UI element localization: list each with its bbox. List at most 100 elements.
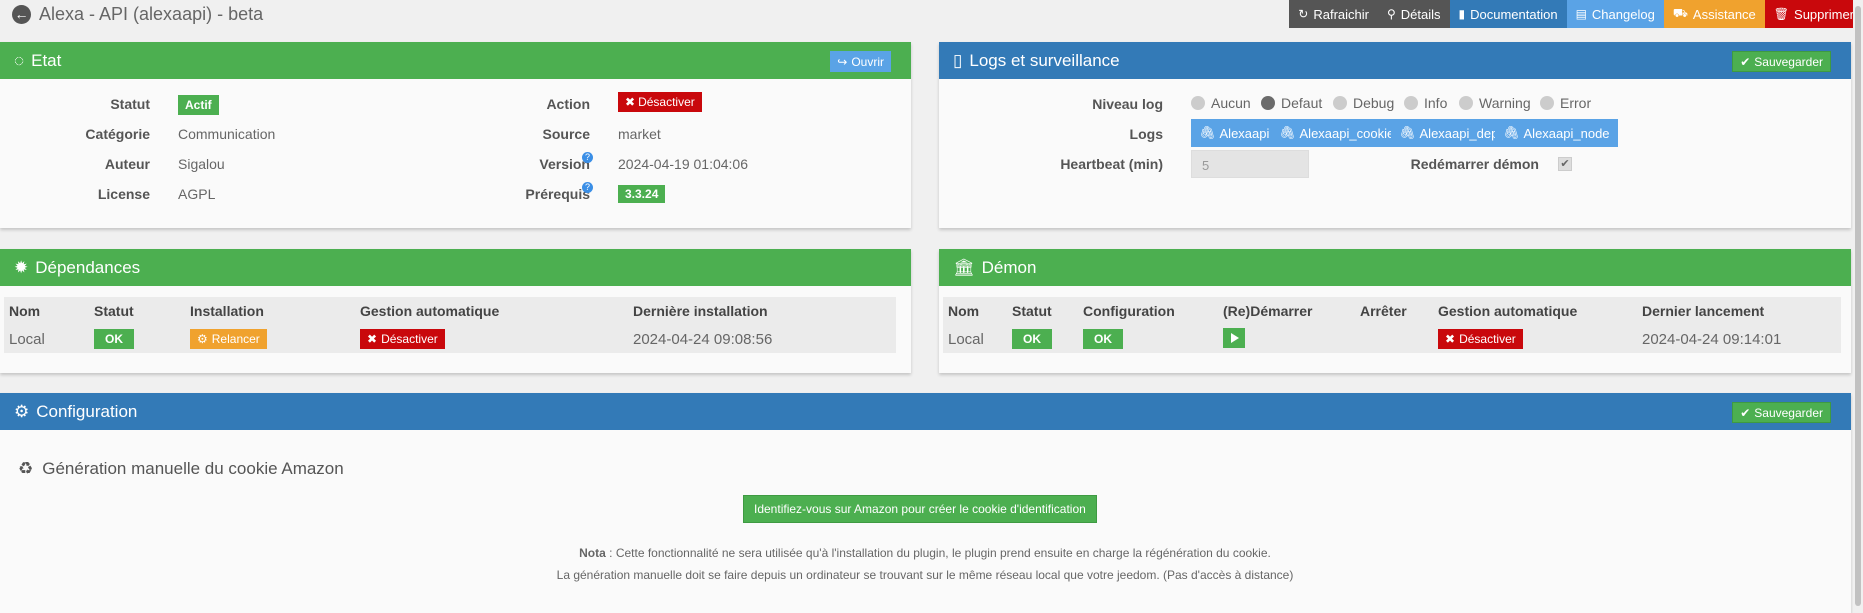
level-error[interactable]: Error	[1540, 95, 1591, 111]
radio-dot	[1459, 96, 1473, 110]
niveau-log-label: Niveau log	[1092, 96, 1163, 112]
open-button[interactable]: ↪ Ouvrir	[830, 51, 891, 72]
source-value: market	[618, 126, 661, 142]
cookie-section-title: ♻ Génération manuelle du cookie Amazon	[18, 459, 344, 478]
level-info[interactable]: Info	[1404, 95, 1447, 111]
check-circle-icon: ✔	[1740, 54, 1751, 69]
etat-title: Etat	[31, 50, 62, 70]
level-warning[interactable]: Warning	[1459, 95, 1531, 111]
radio-dot	[1540, 96, 1554, 110]
trash-icon: 🗑	[1773, 7, 1790, 21]
scrollbar-thumb[interactable]	[1855, 6, 1861, 606]
dependances-deactivate-button[interactable]: ✖ Désactiver	[360, 329, 445, 349]
nota-text: Nota : Cette fonctionnalité ne sera util…	[579, 546, 1271, 560]
dependances-table-header: Nom Statut Installation Gestion automati…	[4, 297, 896, 325]
details-button[interactable]: ⚲ Détails	[1377, 0, 1450, 28]
configuration-save-button[interactable]: ✔ Sauvegarder	[1732, 402, 1831, 423]
etat-panel: ◌ Etat ↪ Ouvrir Statut Actif Catégorie Co…	[0, 42, 911, 228]
gear-icon: ✹	[14, 257, 29, 277]
dependances-status-badge: OK	[94, 329, 134, 349]
prerequis-badge: 3.3.24	[618, 185, 666, 203]
file-icon: ▯	[953, 50, 963, 70]
log-alexaapi-cookie-button[interactable]: 🖇 Alexaapi_cookie	[1271, 119, 1403, 147]
log-alexaapi-button[interactable]: 🖇 Alexaapi	[1191, 119, 1278, 147]
restart-daemon-label: Redémarrer démon	[1410, 156, 1539, 172]
prerequis-help-icon[interactable]: ?	[582, 182, 593, 193]
search-icon: ⚲	[1386, 7, 1396, 21]
radio-dot-selected	[1261, 96, 1275, 110]
refresh-icon: ↻	[1298, 7, 1309, 21]
paperclip-icon: 🖇	[1503, 125, 1520, 140]
auteur-value: Sigalou	[178, 156, 225, 172]
auteur-label: Auteur	[104, 156, 150, 172]
logs-header: ▯ Logs et surveillance ✔ Sauvegarder	[939, 42, 1851, 79]
back-link[interactable]: ← Alexa - API (alexaapi) - beta	[12, 4, 263, 25]
table-row: Local OK OK ✖ Désactiver 2024-04-24 09:14…	[943, 325, 1841, 353]
heartbeat-input[interactable]: 5	[1191, 150, 1309, 178]
log-alexaapi-dep-button[interactable]: 🖇 Alexaapi_dep	[1391, 119, 1507, 147]
level-aucun[interactable]: Aucun	[1191, 95, 1251, 111]
heartbeat-label: Heartbeat (min)	[1060, 156, 1163, 172]
recycle-icon: ♻	[18, 459, 34, 478]
version-value: 2024-04-19 01:04:06	[618, 156, 748, 172]
delete-button[interactable]: 🗑 Supprimer	[1764, 0, 1863, 28]
relaunch-button[interactable]: ⚙ Relancer	[190, 329, 267, 349]
dependances-title: Dépendances	[35, 257, 141, 277]
share-icon: ↪	[837, 54, 848, 69]
book-icon: ▮	[1458, 7, 1466, 21]
configuration-title: Configuration	[36, 401, 138, 421]
bicycle-icon: ⚙	[197, 332, 208, 346]
close-icon: ✖	[625, 95, 636, 109]
documentation-button[interactable]: ▮ Documentation	[1449, 0, 1567, 28]
prerequis-label: Prérequis	[525, 186, 590, 202]
check-circle-icon: ✔	[1740, 405, 1751, 420]
logs-label: Logs	[1129, 126, 1163, 142]
restart-daemon-checkbox[interactable]: ✔	[1558, 157, 1572, 171]
assistance-button[interactable]: ⛟ Assistance	[1663, 0, 1765, 28]
nota-line-2: La génération manuelle doit se faire dep…	[556, 568, 1294, 582]
cogs-icon: ⚙	[14, 401, 30, 421]
file-icon: ▤	[1575, 7, 1587, 21]
logs-save-button[interactable]: ✔ Sauvegarder	[1732, 51, 1831, 72]
paperclip-icon: 🖇	[1399, 125, 1416, 140]
etat-header: ◌ Etat ↪ Ouvrir	[0, 42, 911, 79]
arrow-left-icon[interactable]: ←	[12, 5, 31, 24]
statut-label: Statut	[110, 96, 150, 112]
top-bar: ← Alexa - API (alexaapi) - beta ↻ Rafraic…	[0, 0, 1863, 32]
demon-panel: 🏛 Démon Nom Statut Configuration (Re)Dém…	[939, 249, 1851, 373]
radio-dot	[1404, 96, 1418, 110]
configuration-header: ⚙ Configuration ✔ Sauvegarder	[0, 393, 1851, 430]
license-label: License	[97, 186, 150, 202]
bank-icon: 🏛	[953, 257, 975, 277]
header-actions: ↻ Rafraichir ⚲ Détails ▮ Documentation ▤ Cha…	[1289, 0, 1863, 28]
refresh-button[interactable]: ↻ Rafraichir	[1289, 0, 1378, 28]
play-icon[interactable]	[1223, 328, 1245, 348]
paperclip-icon: 🖇	[1199, 125, 1216, 140]
version-help-icon[interactable]: ?	[582, 152, 593, 163]
radio-dot	[1191, 96, 1205, 110]
paperclip-icon: 🖇	[1279, 125, 1296, 140]
demon-deactivate-button[interactable]: ✖ Désactiver	[1438, 329, 1523, 349]
level-debug[interactable]: Debug	[1333, 95, 1394, 111]
categorie-label: Catégorie	[85, 126, 150, 142]
changelog-button[interactable]: ▤ Changelog	[1566, 0, 1664, 28]
radio-dot	[1333, 96, 1347, 110]
amazon-login-button[interactable]: Identifiez-vous sur Amazon pour créer le…	[743, 495, 1097, 523]
demon-status-badge: OK	[1012, 329, 1052, 349]
dependances-header: ✹ Dépendances	[0, 249, 911, 286]
scrollbar[interactable]	[1853, 0, 1863, 613]
categorie-value: Communication	[178, 126, 276, 142]
license-value: AGPL	[178, 186, 216, 202]
demon-config-badge: OK	[1083, 329, 1123, 349]
statut-badge: Actif	[178, 95, 219, 115]
demon-table-header: Nom Statut Configuration (Re)Démarrer Ar…	[943, 297, 1841, 325]
table-row: Local OK ⚙ Relancer ✖ Désactiver 2024-04-2…	[4, 325, 896, 353]
logs-title: Logs et surveillance	[969, 50, 1120, 70]
source-label: Source	[542, 126, 590, 142]
deactivate-plugin-button[interactable]: ✖ Désactiver	[618, 92, 702, 112]
dependances-panel: ✹ Dépendances Nom Statut Installation Ge…	[0, 249, 911, 373]
log-alexaapi-node-button[interactable]: 🖇 Alexaapi_node	[1495, 119, 1618, 147]
level-defaut[interactable]: Defaut	[1261, 95, 1322, 111]
version-label: Version	[539, 156, 590, 172]
close-icon: ✖	[367, 332, 378, 346]
